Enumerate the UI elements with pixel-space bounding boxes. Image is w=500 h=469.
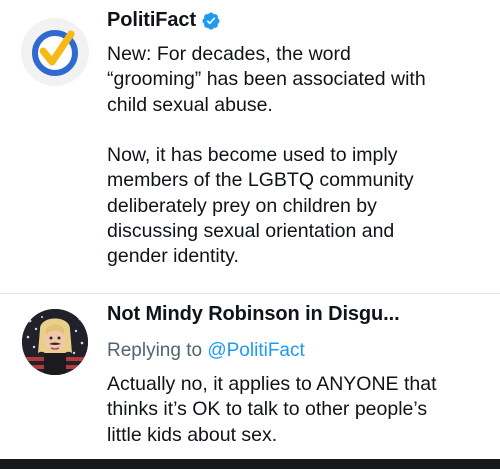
replying-to-handle-link[interactable]: @PolitiFact: [207, 340, 304, 361]
reply-author-name[interactable]: Not Mindy Robinson in Disgu...: [107, 303, 400, 326]
tweet-politifact[interactable]: PolitiFact New: For decades, the word “g…: [0, 0, 500, 294]
reply-author-row: Not Mindy Robinson in Disgu...: [107, 303, 400, 326]
politifact-logo-icon: [21, 18, 89, 86]
replying-to-label: Replying to: [107, 340, 208, 361]
author-row: PolitiFact: [107, 9, 221, 32]
user-avatar-photo-icon: [22, 309, 88, 375]
bottom-bar: [0, 459, 500, 469]
verified-badge-icon: [202, 11, 220, 30]
replying-to-line: Replying to @PolitiFact: [107, 340, 305, 362]
user-avatar[interactable]: [22, 309, 88, 375]
tweet-text: New: For decades, the word “grooming” ha…: [107, 43, 426, 268]
reply-text: Actually no, it applies to ANYONE that t…: [107, 373, 437, 446]
politifact-avatar[interactable]: [21, 18, 89, 86]
author-name[interactable]: PolitiFact: [107, 9, 196, 32]
